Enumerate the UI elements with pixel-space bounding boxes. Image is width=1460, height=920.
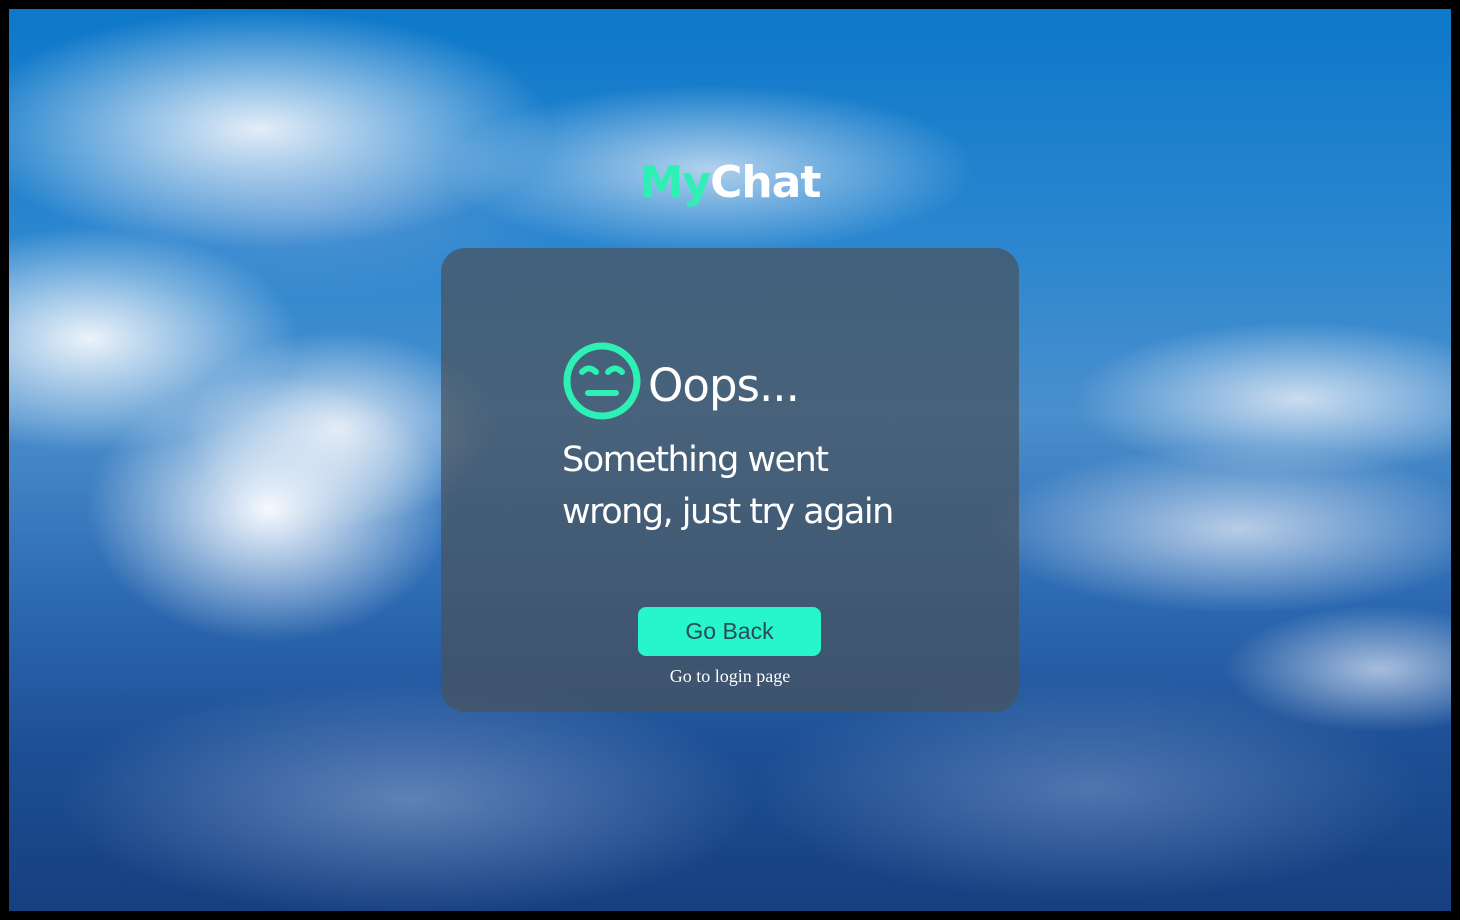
login-page-link[interactable]: Go to login page xyxy=(441,666,1019,687)
background-sky: MyChat Oops... Something went wrong, jus… xyxy=(9,9,1451,911)
brand-logo-chat: Chat xyxy=(710,157,821,208)
brand-logo-my: My xyxy=(639,157,711,208)
brand-logo: MyChat xyxy=(9,157,1451,209)
error-heading: Oops... xyxy=(648,358,800,412)
go-back-button[interactable]: Go Back xyxy=(638,607,821,656)
error-heading-row: Oops... xyxy=(562,341,800,421)
error-message: Something went wrong, just try again xyxy=(562,440,894,532)
neutral-face-icon xyxy=(563,342,641,420)
error-card: Oops... Something went wrong, just try a… xyxy=(441,248,1019,712)
